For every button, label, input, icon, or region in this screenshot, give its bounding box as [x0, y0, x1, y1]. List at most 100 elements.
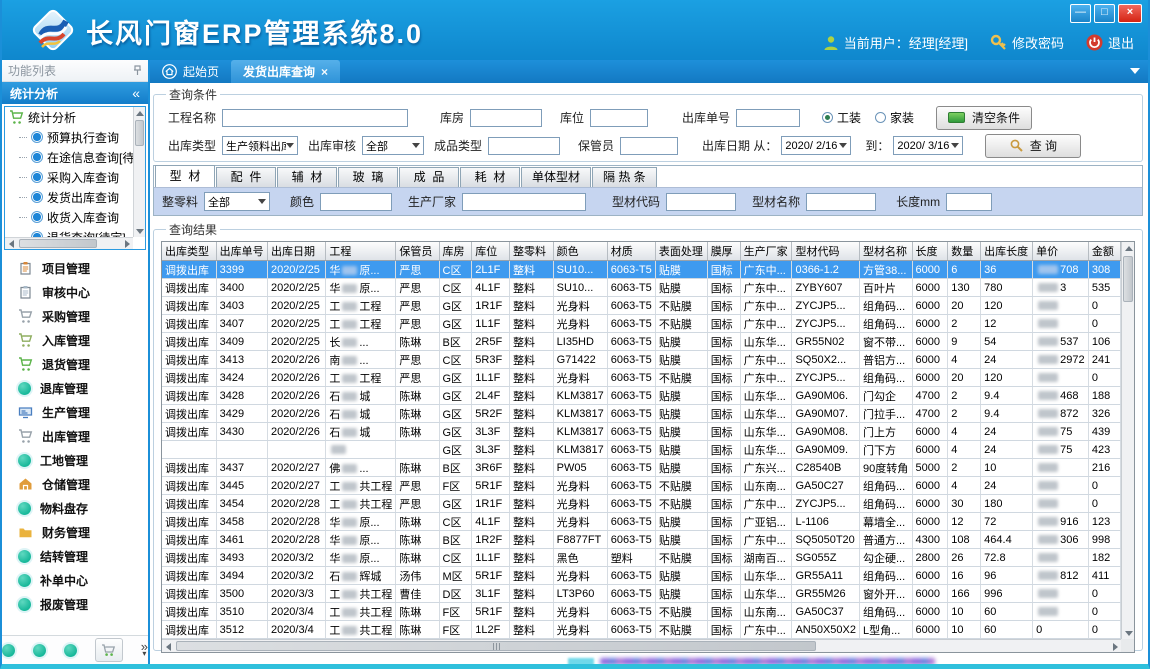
column-header[interactable]: 生产厂家: [740, 242, 792, 261]
order-no-input[interactable]: [736, 109, 800, 127]
material-tab[interactable]: 单体型材: [521, 167, 591, 187]
sidebar-item-circle[interactable]: 报废管理: [2, 592, 148, 616]
scroll-right-icon[interactable]: [121, 238, 133, 250]
color-input[interactable]: [320, 193, 392, 211]
profile-name-input[interactable]: [806, 193, 876, 211]
table-hscroll-thumb[interactable]: [176, 641, 816, 651]
table-row[interactable]: 调拨出库34002020/2/25华原...严思C区4L1F整料SU10...6…: [162, 279, 1121, 297]
table-row[interactable]: G区3L3F整料KLM38176063-T5贴膜国标山东华...GA90M09.…: [162, 441, 1121, 459]
whole-piece-select[interactable]: 全部: [204, 192, 270, 211]
sidebar-item-warehouse[interactable]: 仓储管理: [2, 472, 148, 496]
sidebar-item-finance[interactable]: 财务管理: [2, 520, 148, 544]
column-header[interactable]: 库房: [439, 242, 472, 261]
tree-horizontal-scrollbar[interactable]: [5, 237, 133, 249]
logout[interactable]: 退出: [1086, 33, 1134, 52]
outbound-type-select[interactable]: 生产领料出库: [222, 136, 298, 155]
tree-hscroll-thumb[interactable]: [19, 239, 97, 248]
industrial-radio[interactable]: [822, 112, 833, 123]
location-input[interactable]: [590, 109, 648, 127]
table-row[interactable]: 调拨出库34282020/2/26石城陈琳G区2L4F整料KLM38176063…: [162, 387, 1121, 405]
column-header[interactable]: 库位: [472, 242, 510, 261]
scroll-down-icon[interactable]: [1122, 627, 1135, 639]
column-header[interactable]: 数量: [948, 242, 981, 261]
material-tab[interactable]: 型 材: [155, 165, 215, 187]
sidebar-item-circle[interactable]: 补单中心: [2, 568, 148, 592]
table-row[interactable]: 调拨出库35122020/3/4工共工程陈琳F区1L2F整料光身料6063-T5…: [162, 621, 1121, 639]
minimize-button[interactable]: —: [1070, 4, 1091, 23]
scroll-up-icon[interactable]: [1122, 242, 1135, 254]
sidebar-item-circle[interactable]: 工地管理: [2, 448, 148, 472]
column-header[interactable]: 金额: [1088, 242, 1120, 261]
close-button[interactable]: ×: [1118, 4, 1142, 23]
maximize-button[interactable]: □: [1094, 4, 1115, 23]
column-header[interactable]: 膜厚: [707, 242, 740, 261]
manufacturer-input[interactable]: [462, 193, 586, 211]
tree-vscroll-thumb[interactable]: [135, 120, 144, 146]
audit-select[interactable]: 全部: [362, 136, 424, 155]
column-header[interactable]: 长度: [912, 242, 948, 261]
search-button[interactable]: 查 询: [985, 134, 1081, 158]
sidebar-item-circle[interactable]: 物料盘存: [2, 496, 148, 520]
table-row[interactable]: 调拨出库35002020/3/3工共工程曹佳D区3L1F整料LT3P606063…: [162, 585, 1121, 603]
column-header[interactable]: 整零料: [510, 242, 554, 261]
change-password[interactable]: 修改密码: [990, 33, 1064, 52]
column-header[interactable]: 颜色: [553, 242, 607, 261]
table-row[interactable]: 调拨出库34092020/2/25长...陈琳B区2R5F整料LI35HD606…: [162, 333, 1121, 351]
table-horizontal-scrollbar[interactable]: [162, 639, 1121, 652]
scroll-right-icon[interactable]: [1109, 640, 1121, 653]
table-row[interactable]: 调拨出库34372020/2/27佛...陈琳B区3R6F整料PW056063-…: [162, 459, 1121, 477]
scroll-left-icon[interactable]: [162, 640, 174, 653]
tree-item[interactable]: 发货出库查询: [5, 187, 133, 207]
table-row[interactable]: 调拨出库34932020/3/2华原...陈琳C区1L1F整料黑色塑料不贴膜国标…: [162, 549, 1121, 567]
close-tab-icon[interactable]: ×: [321, 65, 328, 79]
home-decor-radio[interactable]: [875, 112, 886, 123]
column-header[interactable]: 表面处理: [655, 242, 707, 261]
sidebar-group-header[interactable]: 统计分析 «: [2, 82, 148, 104]
column-header[interactable]: 保管员: [396, 242, 439, 261]
column-header[interactable]: 出库长度: [981, 242, 1033, 261]
column-header[interactable]: 型材名称: [860, 242, 913, 261]
table-row[interactable]: 调拨出库34032020/2/25工工程严思G区1R1F整料光身料6063-T5…: [162, 297, 1121, 315]
table-row[interactable]: 调拨出库34072020/2/25工工程严思G区1L1F整料光身料6063-T5…: [162, 315, 1121, 333]
clear-conditions-button[interactable]: 清空条件: [936, 106, 1032, 130]
product-type-input[interactable]: [488, 137, 560, 155]
table-row[interactable]: 调拨出库33992020/2/25华原...严思C区2L1F整料SU10...6…: [162, 261, 1121, 279]
table-vertical-scrollbar[interactable]: [1121, 242, 1134, 639]
sidebar-item-cart[interactable]: 出库管理: [2, 424, 148, 448]
tab-shipment-outbound-query[interactable]: 发货出库查询 ×: [231, 60, 340, 83]
sidebar-item-circle[interactable]: 结转管理: [2, 544, 148, 568]
sidebar-item-cart[interactable]: 退货管理: [2, 352, 148, 376]
module-dot-icon[interactable]: [64, 644, 77, 657]
tab-overflow-icon[interactable]: [1130, 68, 1140, 79]
table-row[interactable]: 调拨出库34542020/2/28工共工程严思G区1R1F整料光身料6063-T…: [162, 495, 1121, 513]
module-dot-icon[interactable]: [2, 644, 15, 657]
table-row[interactable]: 调拨出库34452020/2/27工共工程严思F区5R1F整料光身料6063-T…: [162, 477, 1121, 495]
cart-module-button[interactable]: [95, 638, 123, 662]
tree-item[interactable]: 在途信息查询[待: [5, 147, 133, 167]
material-tab[interactable]: 配 件: [216, 167, 276, 187]
material-tab[interactable]: 隔 热 条: [592, 167, 657, 187]
date-to-picker[interactable]: 2020/ 3/16: [893, 136, 963, 155]
project-name-input[interactable]: [222, 109, 408, 127]
material-tab[interactable]: 辅 材: [277, 167, 337, 187]
date-from-picker[interactable]: 2020/ 2/16: [781, 136, 851, 155]
scroll-down-icon[interactable]: [134, 225, 146, 237]
tree-item[interactable]: 收货入库查询: [5, 207, 133, 227]
tree-item[interactable]: 预算执行查询: [5, 127, 133, 147]
tab-start-page[interactable]: 起始页: [150, 60, 231, 83]
sidebar-item-clipboard[interactable]: 审核中心: [2, 280, 148, 304]
table-row[interactable]: 调拨出库34132020/2/26南...严思C区5R3F整料G71422606…: [162, 351, 1121, 369]
table-vscroll-thumb[interactable]: [1123, 256, 1133, 302]
tree-vertical-scrollbar[interactable]: [133, 107, 145, 237]
sidebar-item-cart[interactable]: 入库管理: [2, 328, 148, 352]
table-row[interactable]: 调拨出库34242020/2/26工工程严思G区1L1F整料光身料6063-T5…: [162, 369, 1121, 387]
material-tab[interactable]: 耗 材: [460, 167, 520, 187]
sidebar-item-production[interactable]: 生产管理: [2, 400, 148, 424]
column-header[interactable]: 出库日期: [267, 242, 325, 261]
scroll-up-icon[interactable]: [134, 107, 146, 119]
table-row[interactable]: 调拨出库34582020/2/28华原...陈琳C区4L1F整料光身料6063-…: [162, 513, 1121, 531]
pin-icon[interactable]: [133, 65, 142, 76]
column-header[interactable]: 出库单号: [216, 242, 267, 261]
length-input[interactable]: [946, 193, 992, 211]
table-row[interactable]: 调拨出库34612020/2/28华原...陈琳B区1R2F整料F8877FT6…: [162, 531, 1121, 549]
